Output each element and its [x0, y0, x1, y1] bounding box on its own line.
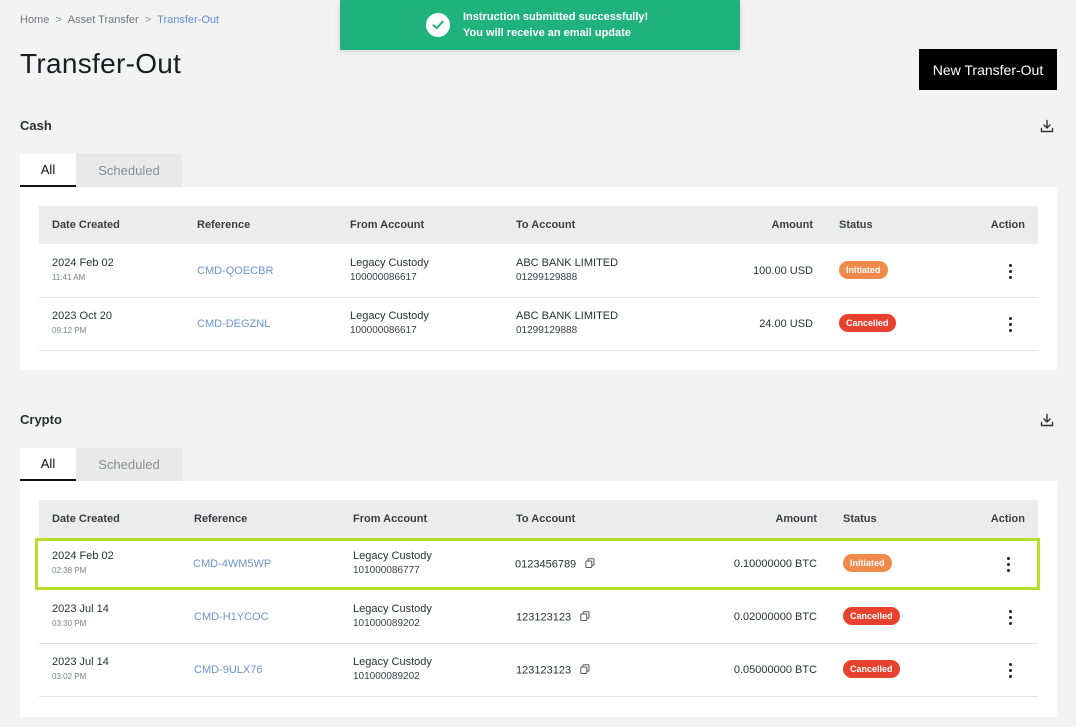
- time: 03:30 PM: [52, 619, 87, 628]
- tab-all[interactable]: All: [20, 154, 76, 187]
- reference-link[interactable]: CMD-H1YCOC: [194, 611, 269, 623]
- new-transfer-out-button[interactable]: New Transfer-Out: [919, 49, 1057, 90]
- copy-icon[interactable]: [585, 558, 595, 571]
- tab-all[interactable]: All: [20, 448, 76, 481]
- header-reference: Reference: [197, 219, 251, 231]
- to-account: 123123123: [516, 664, 572, 677]
- header-date: Date Created: [52, 219, 120, 231]
- breadcrumb-current[interactable]: Transfer-Out: [157, 14, 219, 26]
- table-header: Date Created Reference From Account To A…: [39, 500, 1038, 538]
- from-account-name: Legacy Custody: [350, 310, 429, 322]
- cash-tabs: All Scheduled: [20, 154, 182, 187]
- to-account-number: 01299129888: [516, 272, 578, 283]
- success-toast: Instruction submitted successfully! You …: [340, 0, 740, 50]
- header-to: To Account: [516, 513, 576, 525]
- status-badge: Cancelled: [843, 660, 900, 678]
- time: 03:02 PM: [52, 672, 87, 681]
- amount: 24.00 USD: [759, 318, 813, 330]
- status-badge: Cancelled: [839, 314, 896, 332]
- date: 2024 Feb 02: [52, 550, 114, 562]
- breadcrumb-asset-transfer[interactable]: Asset Transfer: [68, 14, 139, 26]
- date: 2023 Oct 20: [52, 310, 112, 322]
- header-status: Status: [839, 219, 873, 231]
- more-vertical-icon[interactable]: [1009, 610, 1013, 625]
- table-row: 2024 Feb 02 11:41 AM CMD-QOECBR Legacy C…: [39, 245, 1038, 298]
- more-vertical-icon[interactable]: [1009, 264, 1013, 279]
- table-row-highlighted[interactable]: 2024 Feb 02 02:38 PM CMD-4WM5WP Legacy C…: [35, 538, 1040, 590]
- to-account: 0123456789: [515, 558, 577, 571]
- more-vertical-icon[interactable]: [1009, 663, 1013, 678]
- from-account-number: 101000089202: [353, 618, 420, 629]
- from-account-name: Legacy Custody: [350, 257, 429, 269]
- header-status: Status: [843, 513, 877, 525]
- cash-table-panel: Date Created Reference From Account To A…: [20, 187, 1057, 370]
- status-badge: Initiated: [839, 261, 888, 279]
- header-from: From Account: [353, 513, 428, 525]
- more-vertical-icon[interactable]: [1007, 557, 1011, 572]
- cash-section-title: Cash: [20, 118, 52, 133]
- header-to: To Account: [516, 219, 576, 231]
- check-icon: [426, 13, 450, 37]
- crypto-tabs: All Scheduled: [20, 448, 182, 481]
- from-account-number: 101000089202: [353, 671, 420, 682]
- status-badge: Initiated: [843, 554, 892, 572]
- date: 2024 Feb 02: [52, 257, 114, 269]
- breadcrumb-home[interactable]: Home: [20, 14, 49, 26]
- reference-link[interactable]: CMD-DEGZNL: [197, 318, 270, 330]
- breadcrumb: Home > Asset Transfer > Transfer-Out: [20, 14, 219, 26]
- crypto-section-title: Crypto: [20, 412, 62, 427]
- table-row: 2023 Oct 20 09:12 PM CMD-DEGZNL Legacy C…: [39, 298, 1038, 351]
- more-vertical-icon[interactable]: [1009, 317, 1013, 332]
- page-title: Transfer-Out: [20, 48, 182, 79]
- time: 11:41 AM: [52, 273, 86, 282]
- header-action: Action: [990, 513, 1025, 525]
- from-account-name: Legacy Custody: [353, 550, 432, 562]
- amount: 0.02000000 BTC: [733, 611, 817, 623]
- table-row: 2023 Jul 14 03:02 PM CMD-9ULX76 Legacy C…: [39, 644, 1038, 697]
- reference-link[interactable]: CMD-9ULX76: [194, 664, 262, 676]
- download-icon[interactable]: [1038, 411, 1056, 429]
- to-account-name: ABC BANK LIMITED: [516, 257, 619, 269]
- time: 02:38 PM: [52, 566, 87, 575]
- breadcrumb-separator: >: [55, 14, 62, 26]
- breadcrumb-separator: >: [144, 14, 152, 26]
- reference-link[interactable]: CMD-QOECBR: [197, 265, 273, 277]
- amount: 0.05000000 BTC: [733, 664, 817, 676]
- header-reference: Reference: [194, 513, 248, 525]
- header-amount: Amount: [771, 219, 813, 231]
- amount: 0.10000000 BTC: [733, 558, 817, 570]
- to-account-name: ABC BANK LIMITED: [516, 310, 619, 322]
- crypto-table-panel: Date Created Reference From Account To A…: [20, 481, 1057, 717]
- header-from: From Account: [350, 219, 425, 231]
- from-account-name: Legacy Custody: [353, 656, 432, 668]
- from-account-number: 100000086617: [350, 325, 417, 336]
- table-header: Date Created Reference From Account To A…: [39, 206, 1038, 244]
- copy-icon[interactable]: [580, 611, 590, 624]
- time: 09:12 PM: [52, 326, 87, 335]
- date: 2023 Jul 14: [52, 656, 109, 668]
- toast-message: You will receive an email update: [463, 27, 631, 39]
- copy-icon[interactable]: [580, 664, 590, 677]
- from-account-number: 100000086617: [350, 272, 417, 283]
- header-action: Action: [990, 219, 1025, 231]
- toast-title: Instruction submitted successfully!: [463, 11, 649, 23]
- reference-link[interactable]: CMD-4WM5WP: [193, 558, 271, 570]
- from-account-name: Legacy Custody: [353, 603, 432, 615]
- amount: 100.00 USD: [753, 265, 813, 277]
- download-icon[interactable]: [1038, 117, 1056, 135]
- tab-scheduled[interactable]: Scheduled: [76, 448, 182, 481]
- header-date: Date Created: [52, 513, 120, 525]
- to-account: 123123123: [516, 611, 572, 624]
- tab-scheduled[interactable]: Scheduled: [76, 154, 182, 187]
- status-badge: Cancelled: [843, 607, 900, 625]
- date: 2023 Jul 14: [52, 603, 109, 615]
- from-account-number: 101000086777: [353, 565, 420, 576]
- to-account-number: 01299129888: [516, 325, 578, 336]
- table-row: 2023 Jul 14 03:30 PM CMD-H1YCOC Legacy C…: [39, 591, 1038, 644]
- header-amount: Amount: [775, 513, 817, 525]
